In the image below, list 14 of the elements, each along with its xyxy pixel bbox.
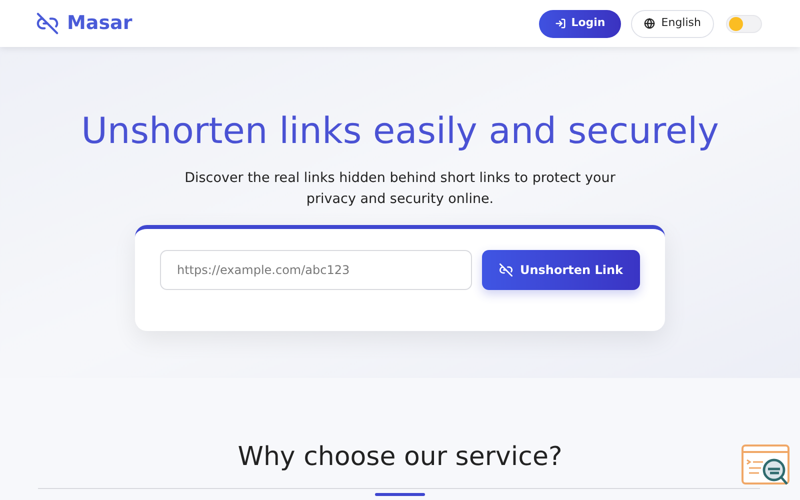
unshorten-button[interactable]: Unshorten Link xyxy=(482,250,640,290)
broken-link-icon xyxy=(498,263,513,277)
url-field[interactable]: https://example.com/abc123 xyxy=(160,250,472,290)
brand-logo[interactable]: Masar xyxy=(67,9,132,38)
heading-underline xyxy=(375,493,425,496)
hero-title: Unshorten links easily and securely xyxy=(81,110,719,154)
login-button[interactable]: Login xyxy=(539,10,622,38)
broken-link-icon xyxy=(36,12,59,35)
globe-icon xyxy=(644,18,656,29)
language-button[interactable]: English xyxy=(631,10,714,38)
features-heading: Why choose our service? xyxy=(238,441,562,473)
sign-in-icon xyxy=(555,18,566,29)
hero-subtitle: Discover the real links hidden behind short links to protect your privacy and security online. xyxy=(184,169,616,209)
theme-toggle[interactable] xyxy=(726,14,762,32)
